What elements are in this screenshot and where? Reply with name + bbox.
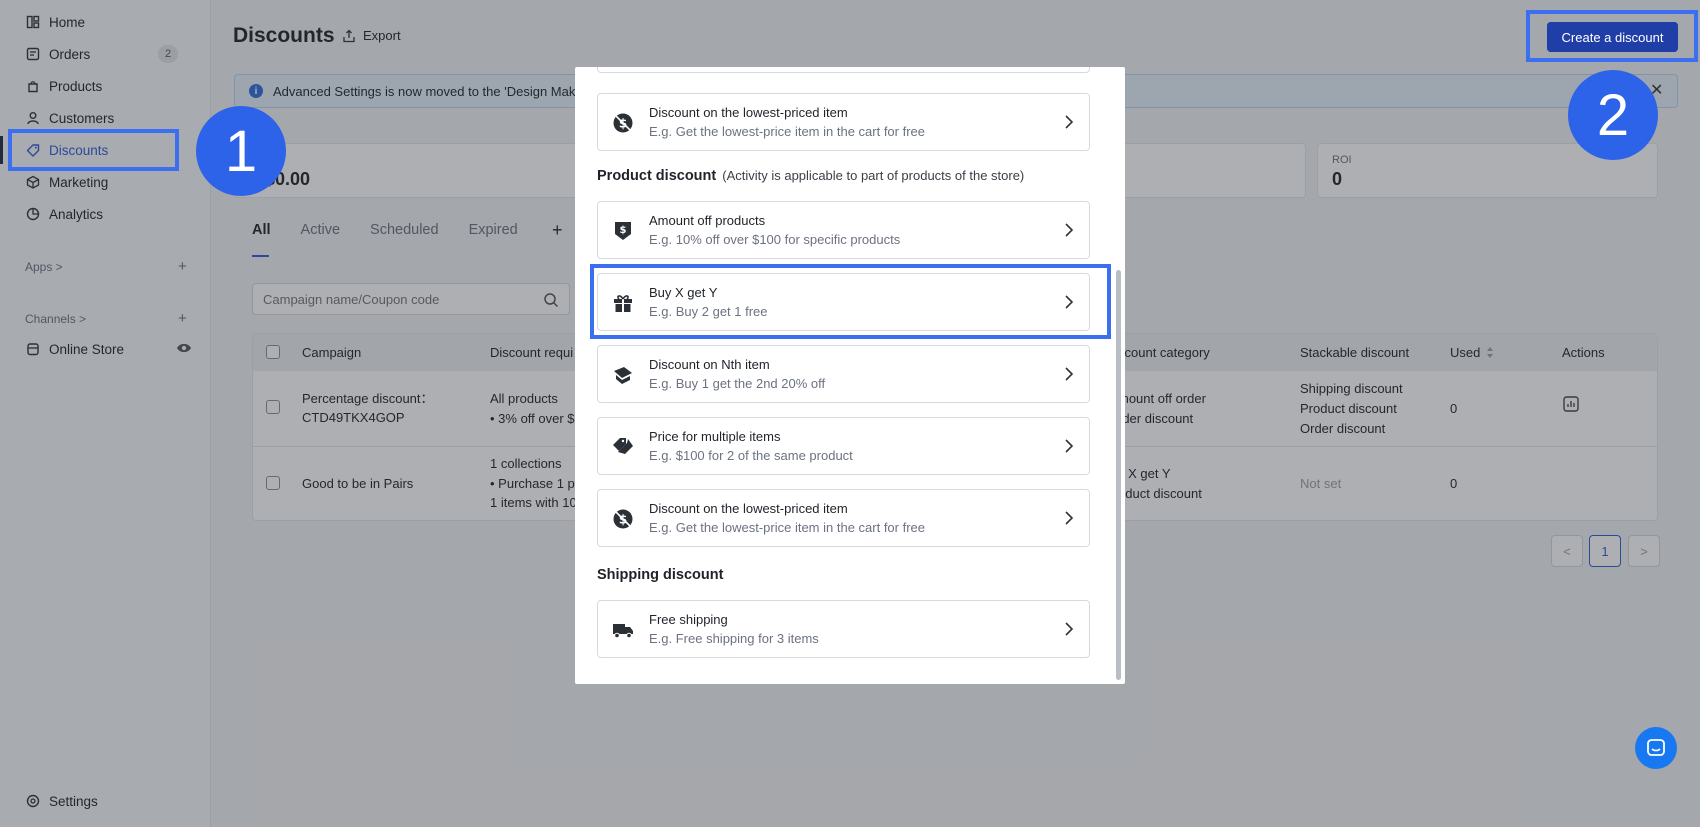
modal-scrollbar-thumb[interactable]	[1116, 270, 1121, 680]
option-description: E.g. Get the lowest-price item in the ca…	[649, 124, 926, 139]
discounts-highlight-box	[8, 129, 179, 171]
lowest-price-icon: $	[613, 509, 633, 529]
step-badge-2: 2	[1568, 70, 1658, 160]
svg-text:$: $	[620, 225, 627, 236]
option-description: E.g. 10% off over $100 for specific prod…	[649, 232, 901, 247]
option-description: E.g. Get the lowest-price item in the ca…	[649, 520, 926, 535]
option-title: Discount on Nth item	[649, 357, 770, 372]
discount-option[interactable]	[597, 67, 1090, 73]
chat-icon	[1647, 739, 1665, 756]
amount-off-icon: $	[615, 222, 631, 240]
discount-option-lowest-priced[interactable]: $ Discount on the lowest-priced item E.g…	[597, 93, 1090, 151]
chevron-right-icon	[1065, 115, 1074, 129]
tags-icon	[613, 438, 633, 454]
option-description: E.g. Buy 1 get the 2nd 20% off	[649, 376, 826, 391]
nth-item-icon	[614, 367, 632, 384]
discount-type-modal: $ Discount on the lowest-priced item E.g…	[575, 67, 1125, 684]
option-title: Discount on the lowest-priced item	[649, 105, 848, 120]
chevron-right-icon	[1065, 511, 1074, 525]
option-description: E.g. Free shipping for 3 items	[649, 631, 819, 646]
discount-option-amount-off-products[interactable]: $ Amount off products E.g. 10% off over …	[597, 201, 1090, 259]
option-title: Free shipping	[649, 612, 728, 627]
discount-option-free-shipping[interactable]: Free shipping E.g. Free shipping for 3 i…	[597, 600, 1090, 658]
group-note: (Activity is applicable to part of produ…	[722, 168, 1025, 183]
discount-option-lowest-priced[interactable]: $ Discount on the lowest-priced item E.g…	[597, 489, 1090, 547]
product-discount-heading: Product discount (Activity is applicable …	[597, 168, 1024, 184]
option-title: Amount off products	[649, 213, 766, 228]
truck-icon	[613, 624, 633, 639]
shipping-discount-heading: Shipping discount	[597, 567, 724, 583]
buy-x-get-y-highlight-box	[590, 264, 1111, 339]
step-badge-1: 1	[196, 106, 286, 196]
group-title: Product discount	[597, 168, 717, 184]
lowest-price-icon: $	[613, 113, 633, 133]
option-title: Discount on the lowest-priced item	[649, 501, 848, 516]
option-description: E.g. $100 for 2 of the same product	[649, 448, 853, 463]
discount-option-multiple-items[interactable]: Price for multiple items E.g. $100 for 2…	[597, 417, 1090, 475]
option-title: Price for multiple items	[649, 429, 781, 444]
chevron-right-icon	[1065, 223, 1074, 237]
create-discount-button[interactable]: Create a discount	[1547, 22, 1678, 52]
chevron-right-icon	[1065, 622, 1074, 636]
chat-button[interactable]	[1635, 727, 1677, 769]
chevron-right-icon	[1065, 367, 1074, 381]
chevron-right-icon	[1065, 439, 1074, 453]
discount-option-nth-item[interactable]: Discount on Nth item E.g. Buy 1 get the …	[597, 345, 1090, 403]
